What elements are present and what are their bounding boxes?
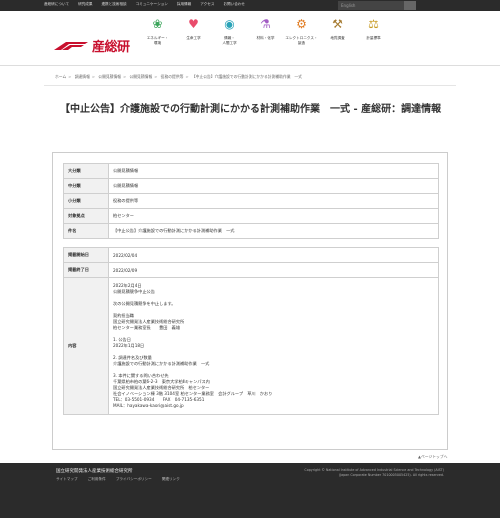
page-top-link[interactable]: ▲ページトップへ bbox=[418, 454, 447, 460]
breadcrumb-quotation[interactable]: 公開見積情報 bbox=[98, 74, 121, 79]
nav-item-2[interactable]: ◉ 情報・ 人間工学 bbox=[212, 11, 247, 65]
tools-icon: ⚒ bbox=[332, 17, 343, 31]
top-link-contact[interactable]: お問い合わせ bbox=[223, 2, 245, 7]
divider bbox=[44, 85, 456, 86]
breadcrumb-current: 【中止公告】介護施設での行動計測にかかる計測補助作業 一式 bbox=[191, 74, 302, 79]
row-value: 役務の提供等 bbox=[108, 193, 439, 209]
research-field-nav: ❀ エネルギー・ 環境 ♥ 生命工学 ◉ 情報・ 人間工学 ⚗ 材料・化学 ⚙ エレクトロニクス・… bbox=[140, 11, 392, 65]
nav-item-5[interactable]: ⚒ 地質調査 bbox=[320, 11, 355, 65]
search-button[interactable] bbox=[404, 1, 416, 10]
search-input[interactable]: English bbox=[338, 1, 404, 10]
aist-logo[interactable]: 産総研 bbox=[52, 36, 130, 55]
footer-link-terms[interactable]: ご利用条件 bbox=[88, 477, 106, 481]
top-links: 産総研について 研究成果 連携と技術相談 コミュニケーション 採用情報 アクセス… bbox=[44, 2, 254, 7]
row-value: 2022/02/09 bbox=[108, 262, 439, 278]
row-value: 公開見積情報 bbox=[108, 163, 439, 179]
top-link-about[interactable]: 産総研について bbox=[44, 2, 69, 7]
row-key: 内容 bbox=[63, 277, 109, 415]
breadcrumb-procurement[interactable]: 調達情報 bbox=[75, 74, 90, 79]
nav-item-1[interactable]: ♥ 生命工学 bbox=[176, 11, 211, 65]
footer-link-related[interactable]: 関連リンク bbox=[162, 477, 180, 481]
footer-org-name: 国立研究開発法人産業技術総合研究所 bbox=[56, 469, 133, 474]
table-row: 対象拠点 柏センター bbox=[63, 208, 439, 224]
detail-box: 大分類 公開見積情報 中分類 公開見積情報 小分類 役務の提供等 対象拠点 柏センター … bbox=[52, 152, 448, 450]
nav-item-4[interactable]: ⚙ エレクトロニクス・ 製造 bbox=[284, 11, 319, 65]
nav-item-6[interactable]: ⚖ 計量標準 bbox=[356, 11, 391, 65]
person-icon: ◉ bbox=[224, 17, 235, 31]
breadcrumb-quotation-2[interactable]: 公開見積情報 bbox=[129, 74, 152, 79]
site-header: 産総研 ❀ エネルギー・ 環境 ♥ 生命工学 ◉ 情報・ 人間工学 ⚗ 材料・化学 ⚙ エレクトロ… bbox=[0, 11, 500, 66]
page-title: 【中止公告】介護施設での行動計測にかかる計測補助作業 一式 - 産総研：調達情報 bbox=[60, 104, 442, 115]
breadcrumb-services[interactable]: 役務の提供等 bbox=[161, 74, 184, 79]
row-key: 対象拠点 bbox=[63, 208, 109, 224]
row-value: 公開見積情報 bbox=[108, 178, 439, 194]
aist-logo-mark-icon bbox=[52, 41, 90, 51]
row-key: 中分類 bbox=[63, 178, 109, 194]
footer-link-sitemap[interactable]: サイトマップ bbox=[56, 477, 78, 481]
top-link-results[interactable]: 研究成果 bbox=[78, 2, 92, 7]
leaf-icon: ❀ bbox=[152, 17, 163, 31]
table-row: 掲載終了日 2022/02/09 bbox=[63, 262, 439, 278]
table-row: 件名 【中止公告】介護施設での行動計測にかかる計測補助作業 一式 bbox=[63, 223, 439, 239]
footer-link-privacy[interactable]: プライバシーポリシー bbox=[116, 477, 152, 481]
row-key: 大分類 bbox=[63, 163, 109, 179]
logo-text: 産総研 bbox=[92, 40, 130, 55]
row-value: 2022/02/04 bbox=[108, 247, 439, 263]
notice-content: 2022年2月4日 公開見積競争中止公告 次の公開見積競争を中止します。 契約担… bbox=[108, 277, 439, 415]
table-row: 中分類 公開見積情報 bbox=[63, 178, 439, 194]
table-row: 掲載開始日 2022/02/04 bbox=[63, 247, 439, 263]
nav-item-label: エレクトロニクス・ 製造 bbox=[285, 36, 318, 45]
breadcrumb-home[interactable]: ホーム bbox=[55, 74, 66, 79]
top-link-careers[interactable]: 採用情報 bbox=[177, 2, 191, 7]
table-row: 大分類 公開見積情報 bbox=[63, 163, 439, 179]
footer-copyright: Copyright © National Institute of Advanc… bbox=[304, 468, 444, 477]
row-key: 掲載終了日 bbox=[63, 262, 109, 278]
breadcrumb: ホーム > 調達情報 > 公開見積情報 > 公開見積情報 > 役務の提供等 > 【中止公告… bbox=[55, 74, 302, 79]
flask-icon: ⚗ bbox=[260, 17, 271, 31]
top-bar: 産総研について 研究成果 連携と技術相談 コミュニケーション 採用情報 アクセス… bbox=[0, 0, 500, 11]
nav-item-label: 生命工学 bbox=[186, 36, 201, 40]
row-value: 【中止公告】介護施設での行動計測にかかる計測補助作業 一式 bbox=[108, 223, 439, 239]
top-link-communication[interactable]: コミュニケーション bbox=[136, 2, 168, 7]
nav-item-label: 情報・ 人間工学 bbox=[222, 36, 237, 45]
row-value: 柏センター bbox=[108, 208, 439, 224]
gear-icon: ⚙ bbox=[296, 17, 307, 31]
nav-item-label: 計量標準 bbox=[366, 36, 381, 40]
footer-links: サイトマップ ご利用条件 プライバシーポリシー 関連リンク bbox=[56, 477, 189, 482]
top-link-collaboration[interactable]: 連携と技術相談 bbox=[101, 2, 126, 7]
classification-table: 大分類 公開見積情報 中分類 公開見積情報 小分類 役務の提供等 対象拠点 柏センター … bbox=[63, 163, 439, 239]
table-row: 小分類 役務の提供等 bbox=[63, 193, 439, 209]
top-link-access[interactable]: アクセス bbox=[200, 2, 214, 7]
heart-icon: ♥ bbox=[188, 17, 199, 31]
nav-item-3[interactable]: ⚗ 材料・化学 bbox=[248, 11, 283, 65]
site-footer: 国立研究開発法人産業技術総合研究所 サイトマップ ご利用条件 プライバシーポリシ… bbox=[0, 463, 500, 518]
row-key: 掲載開始日 bbox=[63, 247, 109, 263]
balance-icon: ⚖ bbox=[368, 17, 379, 31]
notice-table: 掲載開始日 2022/02/04 掲載終了日 2022/02/09 内容 2022年2… bbox=[63, 247, 439, 415]
nav-item-label: エネルギー・ 環境 bbox=[146, 36, 169, 45]
table-row: 内容 2022年2月4日 公開見積競争中止公告 次の公開見積競争を中止します。 契… bbox=[63, 277, 439, 415]
row-key: 件名 bbox=[63, 223, 109, 239]
nav-item-label: 地質調査 bbox=[330, 36, 345, 40]
nav-item-0[interactable]: ❀ エネルギー・ 環境 bbox=[140, 11, 175, 65]
row-key: 小分類 bbox=[63, 193, 109, 209]
nav-item-label: 材料・化学 bbox=[256, 36, 275, 40]
